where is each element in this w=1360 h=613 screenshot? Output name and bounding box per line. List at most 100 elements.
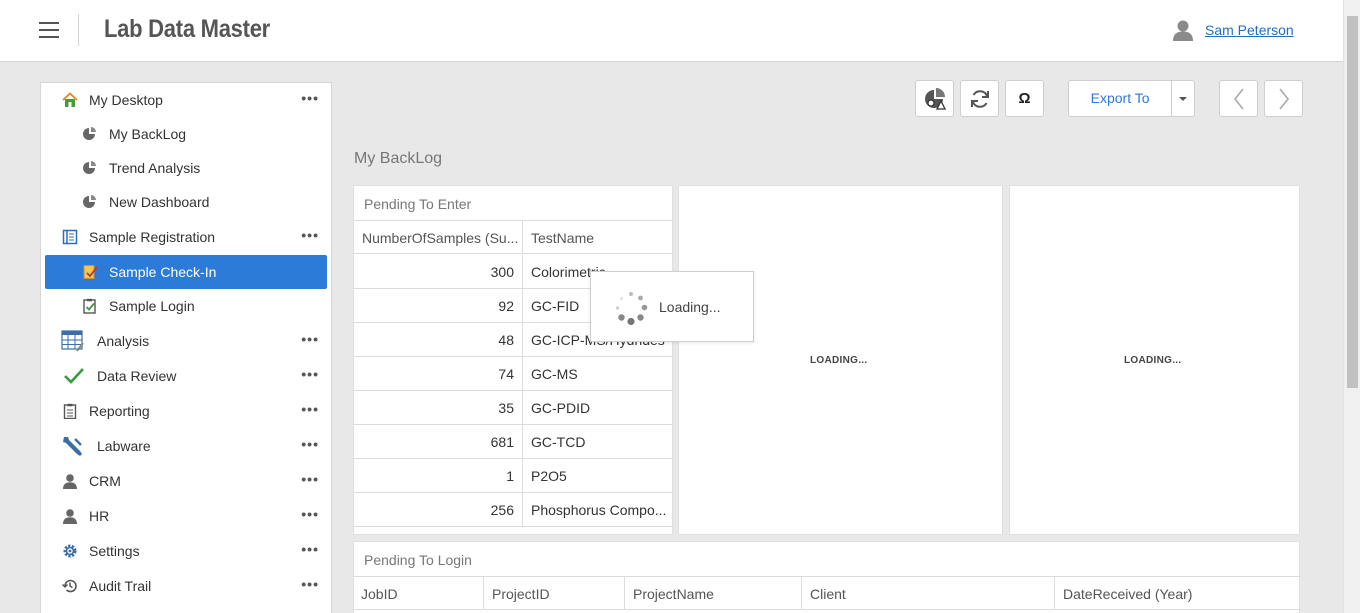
more-options-icon[interactable]: ••• xyxy=(301,507,319,521)
more-options-icon[interactable]: ••• xyxy=(301,367,319,381)
sidebar-item-reporting[interactable]: Reporting ••• xyxy=(45,394,327,428)
sidebar-item-sample-registration[interactable]: Sample Registration ••• xyxy=(45,220,327,254)
sidebar-item-sample-check-in[interactable]: Sample Check-In xyxy=(45,255,327,289)
checkmark-icon xyxy=(63,366,85,386)
sidebar-item-my-desktop[interactable]: My Desktop ••• xyxy=(45,83,327,117)
cell-number-of-samples: 35 xyxy=(354,391,523,424)
grid-header: JobID ProjectID ProjectName Client DateR… xyxy=(354,576,1301,610)
cell-test-name: P2O5 xyxy=(531,468,567,484)
sidebar-item-settings[interactable]: Settings ••• xyxy=(45,534,327,568)
hamburger-icon[interactable] xyxy=(39,22,59,38)
more-options-icon[interactable]: ••• xyxy=(301,472,319,486)
chart-panel-2: LOADING... xyxy=(1009,185,1300,535)
sidebar-item-label: Sample Registration xyxy=(89,229,216,245)
loading-text: Loading... xyxy=(659,299,721,315)
page-scrollbar[interactable] xyxy=(1343,0,1360,613)
chevron-down-icon[interactable] xyxy=(1172,81,1194,116)
person-icon xyxy=(61,507,79,525)
sidebar-item-hr[interactable]: HR ••• xyxy=(45,499,327,533)
page-title: My BackLog xyxy=(354,150,443,167)
more-options-icon[interactable]: ••• xyxy=(301,542,319,556)
cell-number-of-samples: 300 xyxy=(354,255,523,288)
table-row[interactable]: 681 GC-TCD xyxy=(354,425,672,459)
registration-book-icon xyxy=(61,228,79,246)
cell-test-name: GC-TCD xyxy=(531,434,586,450)
sidebar-item-label: Sample Check-In xyxy=(109,264,217,280)
sidebar-item-my-backlog[interactable]: My BackLog xyxy=(45,117,327,151)
sidebar-item-label: Reporting xyxy=(89,403,150,419)
more-options-icon[interactable]: ••• xyxy=(301,437,319,451)
table-row[interactable]: 74 GC-MS xyxy=(354,357,672,391)
user-name-link[interactable]: Sam Peterson xyxy=(1205,22,1294,38)
cell-test-name: GC-PDID xyxy=(531,400,591,416)
column-header-test-name[interactable]: TestName xyxy=(523,221,672,253)
sidebar-item-sample-login[interactable]: Sample Login xyxy=(45,289,327,323)
cell-test-name: Phosphorus Compo... xyxy=(531,502,667,518)
export-to-label[interactable]: Export To xyxy=(1069,81,1173,116)
grid-header: NumberOfSamples (Su... TestName xyxy=(354,220,672,254)
table-row[interactable]: 1 P2O5 xyxy=(354,459,672,493)
sidebar-item-label: CRM xyxy=(89,473,121,489)
sidebar-item-label: New Dashboard xyxy=(109,194,210,210)
previous-button[interactable] xyxy=(1219,80,1258,117)
sidebar-item-label: Analysis xyxy=(97,333,150,349)
chart-panel-1: LOADING... xyxy=(678,185,1003,535)
pie-chart-icon xyxy=(81,193,99,211)
pie-chart-icon xyxy=(81,159,99,177)
more-options-icon[interactable]: ••• xyxy=(301,332,319,346)
home-icon xyxy=(61,91,79,109)
clipboard-icon xyxy=(61,402,79,420)
sidebar-item-analysis[interactable]: Analysis ••• xyxy=(45,324,327,358)
export-to-button[interactable]: Export To xyxy=(1068,80,1195,117)
loading-indicator-text: LOADING... xyxy=(1124,355,1182,366)
cell-number-of-samples: 74 xyxy=(354,357,523,390)
loading-indicator-text: LOADING... xyxy=(810,355,868,366)
sidebar-item-labware[interactable]: Labware ••• xyxy=(45,429,327,463)
cell-number-of-samples: 1 xyxy=(354,459,523,492)
sidebar: My Desktop ••• My BackLog Trend Analysis… xyxy=(40,82,332,613)
loading-popup: Loading... xyxy=(590,271,754,342)
chart-settings-icon xyxy=(924,87,946,110)
more-options-icon[interactable]: ••• xyxy=(301,91,319,105)
cell-number-of-samples: 681 xyxy=(354,425,523,458)
table-row[interactable]: 256 Phosphorus Compo... xyxy=(354,493,672,527)
table-row[interactable]: 35 GC-PDID xyxy=(354,391,672,425)
column-header-project-id[interactable]: ProjectID xyxy=(484,577,625,609)
scrollbar-thumb[interactable] xyxy=(1347,16,1358,388)
clipboard-check-icon xyxy=(81,297,99,315)
wrench-icon xyxy=(61,435,85,457)
next-button[interactable] xyxy=(1264,80,1303,117)
cell-number-of-samples: 92 xyxy=(354,289,523,322)
sidebar-item-label: Audit Trail xyxy=(89,578,152,594)
refresh-button[interactable] xyxy=(960,80,999,117)
sidebar-item-data-review[interactable]: Data Review ••• xyxy=(45,359,327,393)
sidebar-item-trend-analysis[interactable]: Trend Analysis xyxy=(45,151,327,185)
column-header-project-name[interactable]: ProjectName xyxy=(625,577,802,609)
check-in-icon xyxy=(81,263,99,281)
sidebar-item-label: Sample Login xyxy=(109,298,195,314)
app-header: Lab Data Master Sam Peterson xyxy=(0,0,1343,62)
special-characters-button[interactable]: Ω xyxy=(1005,80,1044,117)
app-title: Lab Data Master xyxy=(104,15,270,43)
column-header-job-id[interactable]: JobID xyxy=(354,577,484,609)
more-options-icon[interactable]: ••• xyxy=(301,577,319,591)
sidebar-item-label: Trend Analysis xyxy=(109,160,201,176)
cell-number-of-samples: 256 xyxy=(354,493,523,526)
sidebar-item-crm[interactable]: CRM ••• xyxy=(45,464,327,498)
pending-to-login-panel: Pending To Login JobID ProjectID Project… xyxy=(353,541,1301,613)
more-options-icon[interactable]: ••• xyxy=(301,228,319,242)
sidebar-item-audit-trail[interactable]: Audit Trail ••• xyxy=(45,569,327,603)
column-header-client[interactable]: Client xyxy=(802,577,1055,609)
sidebar-item-new-dashboard[interactable]: New Dashboard xyxy=(45,185,327,219)
more-options-icon[interactable]: ••• xyxy=(301,402,319,416)
header-divider xyxy=(78,14,79,46)
chart-settings-button[interactable] xyxy=(915,80,954,117)
column-header-number-of-samples[interactable]: NumberOfSamples (Su... xyxy=(354,221,523,253)
history-icon xyxy=(61,577,79,595)
person-icon xyxy=(61,472,79,490)
user-icon xyxy=(1173,20,1193,41)
chevron-left-icon xyxy=(1233,88,1244,109)
cell-test-name: GC-MS xyxy=(531,366,578,382)
panel-title: Pending To Enter xyxy=(364,196,472,212)
column-header-date-received[interactable]: DateReceived (Year) xyxy=(1055,577,1301,609)
